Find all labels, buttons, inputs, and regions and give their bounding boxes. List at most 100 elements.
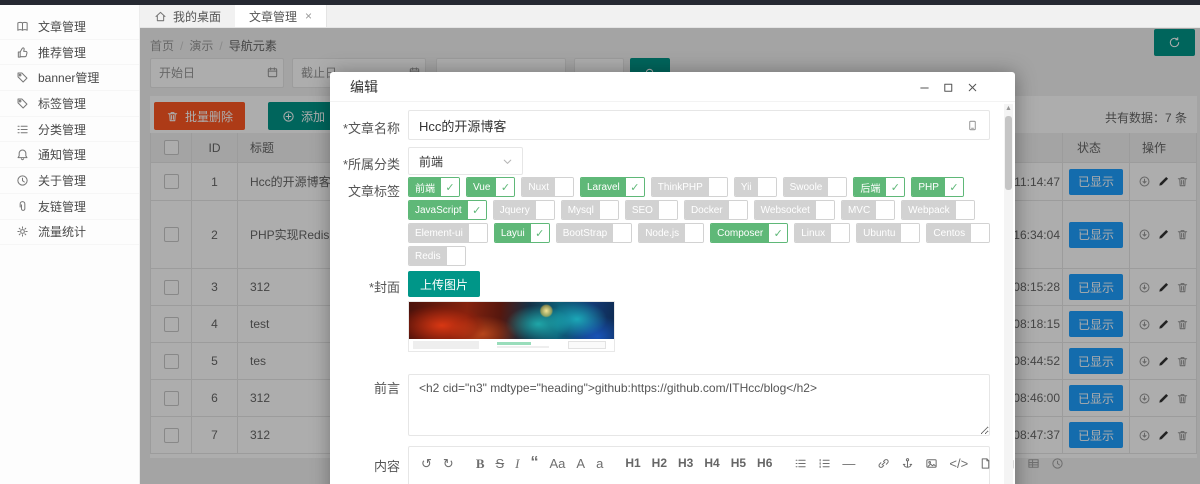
tag-checkbox[interactable]: Composer✓ xyxy=(710,223,788,243)
tag-checkbox[interactable]: 后端✓ xyxy=(853,177,905,197)
scroll-up-icon[interactable]: ▲ xyxy=(1004,104,1013,114)
sidebar-item[interactable]: 分类管理 xyxy=(0,117,139,143)
tag-label: PHP xyxy=(912,178,945,196)
tag-label: Mysql xyxy=(562,201,600,219)
input-counter-icon xyxy=(966,119,979,132)
tag-label: Centos xyxy=(927,224,971,242)
tag-check-icon: ✓ xyxy=(626,178,644,196)
upload-image-button[interactable]: 上传图片 xyxy=(408,271,480,297)
bold-icon[interactable]: B xyxy=(476,457,485,470)
tag-check-icon: ✓ xyxy=(769,224,787,242)
h3-icon[interactable]: H3 xyxy=(678,457,693,469)
italic-icon[interactable]: I xyxy=(515,457,519,470)
minimize-icon[interactable] xyxy=(918,81,931,94)
bell-icon xyxy=(16,148,29,161)
tag-checkbox[interactable]: Redis xyxy=(408,246,466,266)
tag-label: Yii xyxy=(735,178,758,196)
maximize-icon[interactable] xyxy=(942,81,955,94)
sidebar-item[interactable]: 通知管理 xyxy=(0,142,139,168)
tag-checkbox[interactable]: PHP✓ xyxy=(911,177,964,197)
scrollbar-thumb[interactable] xyxy=(1005,116,1012,190)
sidebar-item[interactable]: 文章管理 xyxy=(0,14,139,40)
file-import-icon[interactable] xyxy=(979,457,992,470)
tab[interactable]: 文章管理× xyxy=(235,5,327,27)
tag-checkbox[interactable]: Nuxt xyxy=(521,177,574,197)
tab-close-icon[interactable]: × xyxy=(305,9,312,23)
tag-label: ThinkPHP xyxy=(652,178,709,196)
horizontal-rule-icon[interactable]: — xyxy=(842,457,855,470)
tab-bar: 我的桌面文章管理× xyxy=(140,5,1200,28)
category-select[interactable]: 前端 xyxy=(408,147,523,175)
tab[interactable]: 我的桌面 xyxy=(140,5,235,27)
history-icon[interactable] xyxy=(1051,457,1064,470)
image-icon[interactable] xyxy=(925,457,938,470)
tag-label: Webpack xyxy=(902,201,956,219)
tag-checkbox[interactable]: Jquery xyxy=(493,200,555,220)
unordered-list-icon[interactable] xyxy=(794,457,807,470)
tag-row: Redis xyxy=(408,246,998,266)
h5-icon[interactable]: H5 xyxy=(731,457,746,469)
tag-checkbox[interactable]: Layui✓ xyxy=(494,223,550,243)
uppercase-icon[interactable]: A xyxy=(576,457,585,470)
tag-checkbox[interactable]: MVC xyxy=(841,200,895,220)
anchor-icon[interactable] xyxy=(901,457,914,470)
sidebar-item[interactable]: banner管理 xyxy=(0,65,139,91)
modal-scrollbar[interactable]: ▲ xyxy=(1004,104,1013,484)
sidebar-item[interactable]: 推荐管理 xyxy=(0,40,139,66)
tag-checkbox[interactable]: 前端✓ xyxy=(408,177,460,197)
tag-checkbox[interactable]: SEO xyxy=(625,200,678,220)
h4-icon[interactable]: H4 xyxy=(704,457,719,469)
sidebar-item[interactable]: 流量统计 xyxy=(0,220,139,246)
tag-checkbox[interactable]: Webpack xyxy=(901,200,975,220)
link-icon[interactable] xyxy=(877,457,890,470)
tag-checkbox[interactable]: Centos xyxy=(926,223,990,243)
tag-checkbox[interactable]: JavaScript✓ xyxy=(408,200,487,220)
tag-check-icon xyxy=(831,224,849,242)
sidebar-item[interactable]: 标签管理 xyxy=(0,91,139,117)
tag-checkbox[interactable]: Docker xyxy=(684,200,748,220)
tag-checkbox[interactable]: Swoole xyxy=(783,177,848,197)
tag-checkbox[interactable]: Mysql xyxy=(561,200,619,220)
lowercase-icon[interactable]: a xyxy=(596,457,603,470)
thumbs-up-icon xyxy=(16,46,29,59)
content-label: 内容 xyxy=(338,456,400,475)
font-size-icon[interactable]: Aa xyxy=(550,457,566,470)
tag-checkbox[interactable]: Websocket xyxy=(754,200,835,220)
tab-label: 我的桌面 xyxy=(173,8,221,25)
table-icon[interactable] xyxy=(1027,457,1040,470)
foreword-textarea[interactable]: <h2 cid="n3" mdtype="heading">github:htt… xyxy=(408,374,990,436)
h1-icon[interactable]: H1 xyxy=(625,457,640,469)
h2-icon[interactable]: H2 xyxy=(652,457,667,469)
tag-check-icon xyxy=(971,224,989,242)
tag-checkbox[interactable]: BootStrap xyxy=(556,223,632,243)
tag-check-icon xyxy=(555,178,573,196)
tag-checkbox[interactable]: Vue✓ xyxy=(466,177,515,197)
tag-label: Websocket xyxy=(755,201,816,219)
tag-checkbox[interactable]: Linux xyxy=(794,223,850,243)
tag-checkbox[interactable]: Yii xyxy=(734,177,777,197)
tag-label: Swoole xyxy=(784,178,829,196)
article-name-input[interactable] xyxy=(408,110,990,140)
ordered-list-icon[interactable] xyxy=(818,457,831,470)
editor-toolbar: ↺ ↻ BSI “ Aa Aa H1 H2 H3 H4 H5 H6 — </> xyxy=(408,446,990,484)
tag-checkbox[interactable]: Node.js xyxy=(638,223,704,243)
sidebar-item-label: 通知管理 xyxy=(38,146,86,163)
h6-icon[interactable]: H6 xyxy=(757,457,772,469)
tag-label: Linux xyxy=(795,224,831,242)
close-icon[interactable] xyxy=(966,81,979,94)
tag-checkbox[interactable]: Laravel✓ xyxy=(580,177,645,197)
tag-icon xyxy=(16,97,29,110)
tag-label: Laravel xyxy=(581,178,626,196)
quote-icon[interactable]: “ xyxy=(531,455,539,471)
tag-checkbox[interactable]: ThinkPHP xyxy=(651,177,728,197)
redo-icon[interactable]: ↻ xyxy=(443,457,454,470)
code-icon[interactable]: </> xyxy=(949,457,968,470)
sidebar-item[interactable]: 友链管理 xyxy=(0,194,139,220)
sidebar-item[interactable]: 关于管理 xyxy=(0,168,139,194)
undo-icon[interactable]: ↺ xyxy=(421,457,432,470)
tag-checkbox[interactable]: Element-ui xyxy=(408,223,488,243)
tag-checkbox[interactable]: Ubuntu xyxy=(856,223,920,243)
tag-check-icon xyxy=(876,201,894,219)
tag-check-icon xyxy=(469,224,487,242)
strikethrough-icon[interactable]: S xyxy=(495,457,504,470)
